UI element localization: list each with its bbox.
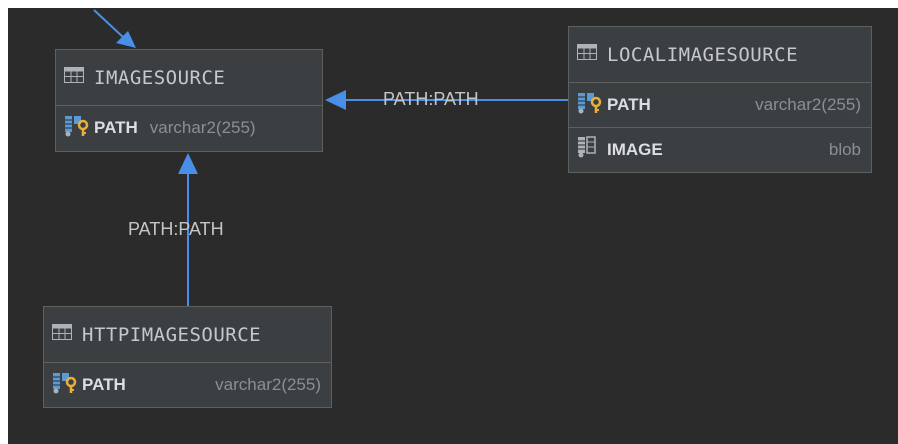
table-header[interactable]: LOCALIMAGESOURCE <box>569 27 871 83</box>
column-type: varchar2(255) <box>149 118 256 137</box>
table-localimagesource[interactable]: LOCALIMAGESOURCE PATH varchar2(255) IMAG… <box>568 26 872 173</box>
table-icon <box>64 67 84 88</box>
column-row[interactable]: PATH varchar2(255) <box>44 363 331 407</box>
column-icon <box>577 136 603 163</box>
table-imagesource[interactable]: IMAGESOURCE PATH varchar2(255) <box>55 49 323 152</box>
column-name: PATH <box>607 95 651 114</box>
primary-key-column-icon <box>577 92 603 119</box>
table-name: IMAGESOURCE <box>94 66 226 89</box>
primary-key-column-icon <box>64 115 90 142</box>
column-name: PATH <box>82 375 126 394</box>
table-icon <box>577 44 597 65</box>
table-name: LOCALIMAGESOURCE <box>607 43 799 66</box>
relation-label-local-to-image: PATH:PATH <box>383 89 479 109</box>
column-name: IMAGE <box>607 139 663 159</box>
column-row[interactable]: PATH varchar2(255) <box>56 106 322 150</box>
table-header[interactable]: IMAGESOURCE <box>56 50 322 106</box>
relation-label-http-to-image: PATH:PATH <box>128 219 224 239</box>
table-header[interactable]: HTTPIMAGESOURCE <box>44 307 331 363</box>
column-row[interactable]: IMAGE blob <box>569 127 871 171</box>
table-name: HTTPIMAGESOURCE <box>82 323 262 346</box>
column-type: varchar2(255) <box>755 95 861 114</box>
table-httpimagesource[interactable]: HTTPIMAGESOURCE PATH varchar2(255) <box>43 306 332 408</box>
primary-key-column-icon <box>52 372 78 399</box>
column-name: PATH <box>94 118 138 137</box>
column-row[interactable]: PATH varchar2(255) <box>569 83 871 127</box>
column-type: varchar2(255) <box>215 375 321 394</box>
table-icon <box>52 324 72 345</box>
column-type: blob <box>828 139 861 159</box>
